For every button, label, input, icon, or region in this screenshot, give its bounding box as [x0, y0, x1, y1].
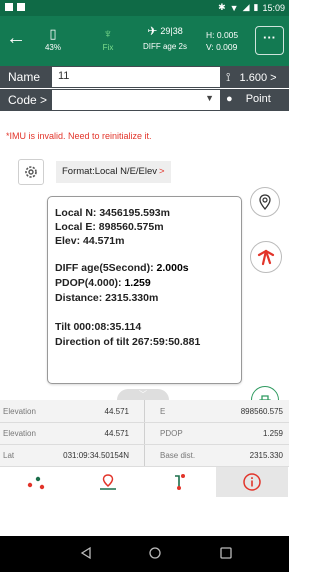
code-row: Code > ▼ ● Point [0, 89, 289, 111]
antenna-height[interactable]: ⟟ 1.600 > [226, 70, 277, 85]
distance-line: Distance: 2315.330m [55, 292, 159, 304]
imu-warning: *IMU is invalid. Need to reinitialize it… [6, 131, 152, 141]
gear-icon [25, 166, 37, 178]
grid-label[interactable]: PDOP [160, 429, 183, 438]
fix-label: Fix [102, 43, 114, 52]
tab-stakeout[interactable] [72, 467, 144, 497]
name-row: Name 11 ⟟ 1.600 > [0, 66, 289, 88]
system-nav-bar [0, 536, 289, 572]
notification-icon [5, 3, 13, 11]
nav-home-icon[interactable] [148, 546, 162, 560]
v-precision: V: 0.009 [206, 42, 238, 52]
name-input[interactable]: 11 [52, 67, 220, 87]
survey-tool-button[interactable] [250, 241, 282, 273]
chevron-down-icon: ﹀ [139, 390, 147, 399]
battery-percent: 43% [44, 43, 61, 52]
bluetooth-icon: ✱ [218, 2, 226, 12]
precision-readout: H: 0.005 V: 0.009 [206, 29, 238, 53]
grid-value: 1.259 [262, 429, 283, 438]
local-e: Local E: 898560.575m [55, 221, 164, 233]
code-input[interactable]: ▼ [52, 90, 220, 110]
grid-value: 44.571 [104, 407, 129, 416]
code-label[interactable]: Code > [8, 93, 47, 107]
grid-value: 031:09:34.50154N [63, 451, 129, 460]
grid-label[interactable]: E [160, 407, 165, 416]
grid-label[interactable]: Elevation [3, 407, 36, 416]
battery-icon: ▮ [253, 2, 259, 12]
stakeout-icon [100, 474, 116, 490]
status-bar: ✱ ▼ ◢ ▮ 15:09 [0, 0, 289, 16]
chevron-right-icon: > [159, 166, 165, 177]
format-selector[interactable]: Format:Local N/E/Elev > [56, 161, 171, 183]
name-label: Name [8, 70, 41, 84]
grid-label[interactable]: Lat [3, 451, 14, 460]
antenna-height-value: 1.600 > [239, 72, 277, 84]
nav-recents-icon[interactable] [219, 546, 233, 560]
bottom-tab-bar [0, 466, 289, 497]
location-pin-icon [259, 194, 271, 210]
pole-tool-icon [257, 249, 275, 266]
tilt-line: Tilt 000:08:35.114 [55, 321, 142, 333]
locate-button[interactable] [250, 187, 280, 217]
grid-label[interactable]: Elevation [3, 429, 36, 438]
line-icon [175, 474, 185, 490]
satellite-icon: ✈ [147, 24, 158, 38]
more-button[interactable]: ··· [255, 26, 284, 55]
diff-age: DIFF age 2s [142, 42, 187, 51]
tab-line[interactable] [144, 467, 216, 497]
point-type-label: Point [245, 93, 271, 105]
point-type[interactable]: ● Point [226, 93, 271, 105]
antenna-height-icon: ⟟ [226, 70, 231, 84]
grid-value: 44.571 [104, 429, 129, 438]
receiver-icon: ▯ [49, 26, 57, 41]
settings-button[interactable] [18, 159, 44, 185]
satellite-status[interactable]: ✈ 29|38 DIFF age 2s [135, 24, 195, 51]
tab-points[interactable] [0, 467, 72, 497]
dropdown-arrow-icon[interactable]: ▼ [205, 93, 214, 103]
pdop-line: PDOP(4.000): 1.259 [55, 277, 151, 289]
fix-status[interactable]: ♆ Fix [93, 26, 123, 52]
satellite-count: 29|38 [160, 26, 183, 36]
signal-icon: ◢ [242, 2, 250, 12]
h-precision: H: 0.005 [206, 30, 239, 40]
nav-back-icon[interactable] [79, 546, 93, 560]
diff-age-line: DIFF age(5Second): 2.000s [55, 262, 189, 274]
antenna-icon: ♆ [103, 26, 113, 41]
grid-value: 2315.330 [249, 451, 283, 460]
local-n: Local N: 3456195.593m [55, 207, 170, 219]
data-grid: Elevation 44.571 E 898560.575 Elevation … [0, 400, 289, 466]
grid-label[interactable]: Base dist. [160, 451, 195, 460]
point-dot-icon: ● [226, 93, 233, 105]
clock: 15:09 [262, 2, 285, 13]
notification-icon [17, 3, 25, 11]
position-info-card: Local N: 3456195.593m Local E: 898560.57… [47, 196, 242, 384]
tilt-direction-line: Direction of tilt 267:59:50.881 [55, 336, 201, 348]
back-arrow-icon[interactable]: ← [6, 28, 26, 48]
points-icon [27, 476, 45, 490]
info-icon [243, 473, 261, 491]
system-tray: ✱ ▼ ◢ ▮ 15:09 [218, 2, 285, 13]
wifi-icon: ▼ [229, 2, 239, 13]
elevation: Elev: 44.571m [55, 235, 125, 247]
tab-info[interactable] [216, 467, 288, 497]
gnss-bar: ← ▯ 43% ♆ Fix ✈ 29|38 DIFF age 2s H: 0.0… [0, 16, 289, 66]
format-label: Format:Local N/E/Elev [62, 166, 158, 177]
grid-value: 898560.575 [240, 407, 283, 416]
receiver-battery[interactable]: ▯ 43% [36, 26, 70, 52]
panel-handle[interactable]: ﹀ [117, 389, 169, 400]
